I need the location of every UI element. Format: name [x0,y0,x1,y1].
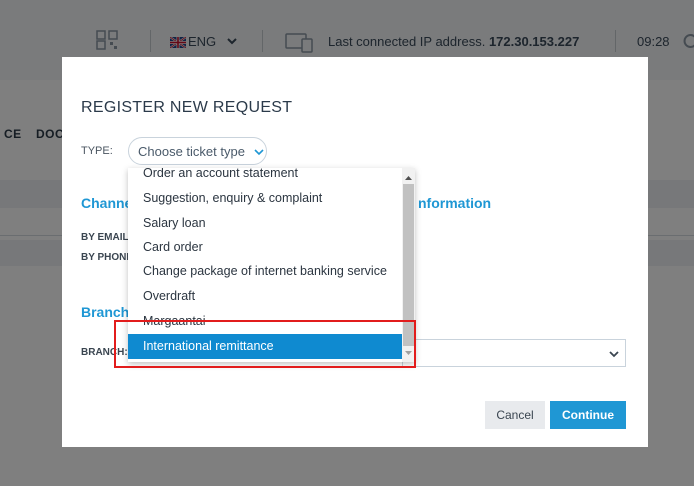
channel-section-title: Channe [81,195,133,211]
branch-select[interactable] [402,339,626,367]
dropdown-option[interactable]: Card order [128,235,402,260]
scroll-up-arrow-icon[interactable] [404,174,413,182]
dropdown-option[interactable]: Suggestion, enquiry & complaint [128,186,402,211]
dropdown-option[interactable]: Order an account statement [128,168,402,186]
continue-button[interactable]: Continue [550,401,626,429]
dropdown-option[interactable]: Overdraft [128,284,402,309]
ticket-type-select[interactable]: Choose ticket type [128,137,267,165]
dropdown-option[interactable]: Change package of internet banking servi… [128,259,402,284]
highlight-annotation-box [114,320,416,368]
dropdown-option[interactable]: Salary loan [128,211,402,236]
cancel-button[interactable]: Cancel [485,401,545,429]
chevron-down-icon [254,149,264,156]
type-label: TYPE: [81,145,113,157]
branch-section-title: Branch [81,304,130,320]
ticket-type-value: Choose ticket type [138,144,245,159]
modal-title: REGISTER NEW REQUEST [81,99,293,116]
by-phone-label: BY PHONI [81,252,130,263]
chevron-down-icon [609,351,619,358]
by-email-label: BY EMAIL [81,232,129,243]
information-section-title: nformation [418,195,492,211]
